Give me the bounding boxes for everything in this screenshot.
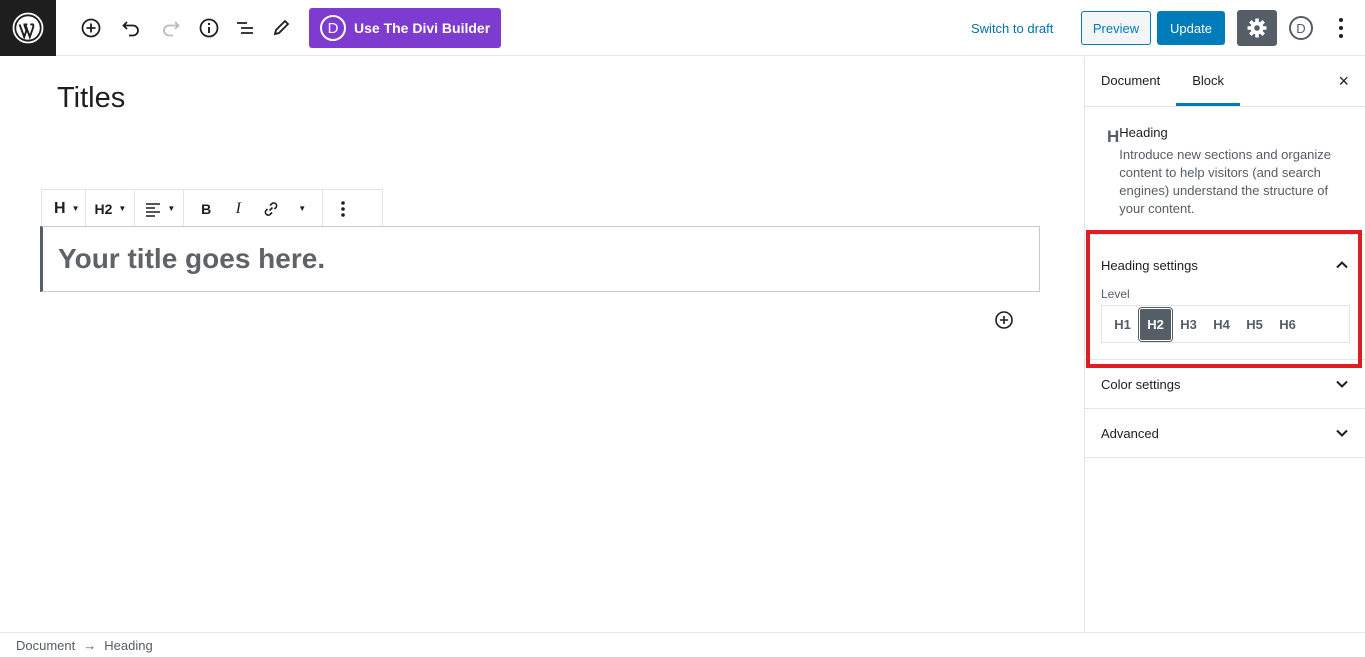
tab-block[interactable]: Block <box>1176 57 1241 106</box>
advanced-toggle[interactable]: Advanced <box>1085 409 1365 457</box>
level-h6-button[interactable]: H6 <box>1271 308 1304 341</box>
heading-block[interactable]: Your title goes here. <box>40 226 1040 292</box>
level-h5-button[interactable]: H5 <box>1238 308 1271 341</box>
block-more-options-button[interactable] <box>323 190 363 227</box>
inline-add-block-icon[interactable] <box>994 310 1014 330</box>
info-icon[interactable] <box>195 14 223 42</box>
gear-icon <box>1247 18 1267 38</box>
tab-document[interactable]: Document <box>1085 57 1176 106</box>
settings-button[interactable] <box>1237 10 1277 46</box>
heading-settings-toggle[interactable]: Heading settings <box>1085 241 1365 289</box>
breadcrumb-document[interactable]: Document <box>16 638 75 653</box>
chevron-down-icon <box>1336 380 1348 388</box>
post-title[interactable]: Titles <box>57 82 125 115</box>
chevron-up-icon <box>1336 261 1348 269</box>
caret-down-icon: ▼ <box>298 204 307 213</box>
heading-settings-title: Heading settings <box>1101 257 1198 273</box>
advanced-panel: Advanced <box>1085 409 1365 458</box>
caret-down-icon: ▼ <box>167 204 176 213</box>
link-button[interactable] <box>254 190 288 227</box>
formatting-group: B I ▼ <box>184 190 324 227</box>
advanced-title: Advanced <box>1101 425 1159 441</box>
block-type-switcher[interactable]: H ▼ <box>42 190 85 227</box>
block-card-description: Introduce new sections and organize cont… <box>1119 147 1332 216</box>
sidebar-tabs: Document Block × <box>1085 57 1365 107</box>
editor-canvas <box>0 57 1084 632</box>
more-formatting-dropdown[interactable]: ▼ <box>288 190 316 227</box>
heading-settings-panel: Heading settings Level H1 H2 H3 H4 H5 H6 <box>1085 235 1365 360</box>
chevron-down-icon <box>1336 429 1348 437</box>
heading-icon: H <box>1107 127 1120 146</box>
heading-level-toolbar: H1 H2 H3 H4 H5 H6 <box>1101 305 1350 343</box>
align-left-icon <box>146 202 161 217</box>
switch-to-draft-link[interactable]: Switch to draft <box>971 21 1053 36</box>
wordpress-logo[interactable] <box>0 0 56 56</box>
edit-pencil-icon[interactable] <box>267 14 295 42</box>
level-h2-button[interactable]: H2 <box>1139 307 1172 341</box>
divi-logo-icon: D <box>320 15 346 41</box>
level-h3-button[interactable]: H3 <box>1172 308 1205 341</box>
heading-block-text[interactable]: Your title goes here. <box>58 243 325 275</box>
more-options-icon[interactable] <box>1330 16 1352 40</box>
color-settings-panel: Color settings <box>1085 360 1365 409</box>
caret-down-icon: ▼ <box>71 204 80 213</box>
block-switcher-group: H ▼ <box>42 190 87 227</box>
caret-down-icon: ▼ <box>118 204 127 213</box>
use-divi-builder-button[interactable]: D Use The Divi Builder <box>309 8 501 48</box>
level-label: Level <box>1101 287 1130 301</box>
bold-button[interactable]: B <box>190 190 222 227</box>
divi-button-label: Use The Divi Builder <box>354 20 491 36</box>
level-h4-button[interactable]: H4 <box>1205 308 1238 341</box>
settings-sidebar: Document Block × H Heading Introduce new… <box>1084 57 1365 632</box>
breadcrumb-separator: → <box>83 637 97 653</box>
editor-header: D Use The Divi Builder Switch to draft P… <box>0 0 1365 56</box>
block-options-group <box>323 190 363 227</box>
preview-button[interactable]: Preview <box>1081 11 1151 45</box>
alignment-group: ▼ <box>135 190 185 227</box>
block-toolbar: H ▼ H2 ▼ ▼ B I ▼ <box>41 189 383 227</box>
heading-level-group: H2 ▼ <box>86 190 136 227</box>
level-h1-button[interactable]: H1 <box>1106 308 1139 341</box>
breadcrumb-heading[interactable]: Heading <box>104 638 152 653</box>
update-button[interactable]: Update <box>1157 11 1225 45</box>
close-icon[interactable]: × <box>1338 72 1349 90</box>
add-block-icon[interactable] <box>77 14 105 42</box>
color-settings-toggle[interactable]: Color settings <box>1085 360 1365 408</box>
wordpress-icon <box>12 12 44 44</box>
block-navigation-icon[interactable] <box>231 14 259 42</box>
heading-level-dropdown[interactable]: H2 ▼ <box>86 190 134 227</box>
breadcrumb: Document → Heading <box>0 632 1365 657</box>
text-align-dropdown[interactable]: ▼ <box>135 190 183 227</box>
block-card: H Heading Introduce new sections and org… <box>1085 107 1365 235</box>
redo-icon[interactable] <box>157 14 185 42</box>
link-icon <box>264 201 278 216</box>
vertical-ellipsis-icon <box>341 200 346 217</box>
heading-level-label: H2 <box>94 200 113 217</box>
block-card-title: Heading <box>1119 125 1168 140</box>
undo-icon[interactable] <box>117 14 145 42</box>
color-settings-title: Color settings <box>1101 376 1181 392</box>
italic-button[interactable]: I <box>222 190 254 227</box>
heading-block-icon: H <box>54 199 66 217</box>
divi-avatar-icon[interactable]: D <box>1289 16 1313 40</box>
